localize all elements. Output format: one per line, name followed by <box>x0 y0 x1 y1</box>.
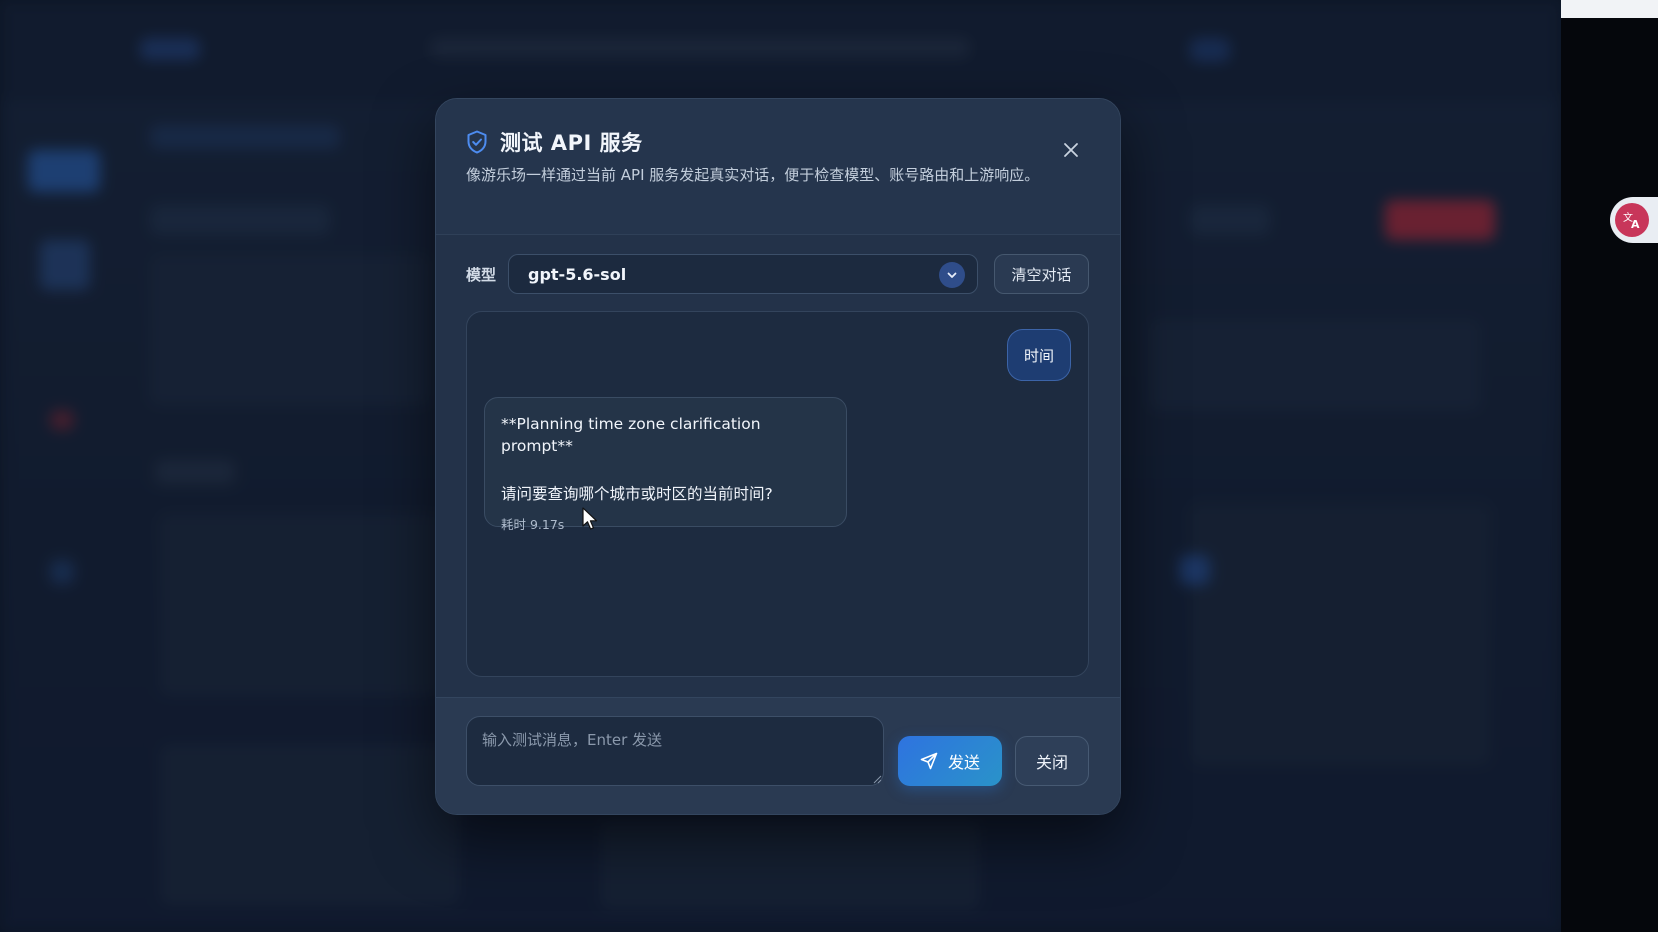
assistant-message-bubble: **Planning time zone clarification promp… <box>484 397 847 532</box>
resize-handle-icon[interactable] <box>873 775 882 784</box>
model-select[interactable]: gpt-5.6-sol <box>508 254 978 294</box>
translate-icon: 文 A <box>1615 203 1649 237</box>
translate-button[interactable]: 文 A <box>1610 197 1658 243</box>
assistant-message-heading: **Planning time zone clarification promp… <box>501 415 761 455</box>
clear-conversation-button[interactable]: 清空对话 <box>994 254 1089 294</box>
chevron-down-icon <box>939 262 965 288</box>
mouse-cursor-icon <box>582 507 598 530</box>
send-button[interactable]: 发送 <box>898 736 1002 786</box>
svg-text:A: A <box>1631 218 1640 231</box>
dialog-footer: 发送 关闭 <box>436 697 1120 814</box>
screen: 文 A 测试 API 服务 像游乐场一样通过当前 API 服务发起真实对话，便于… <box>0 0 1658 932</box>
model-label: 模型 <box>466 266 497 284</box>
window-edge <box>1561 0 1658 932</box>
dialog-close-button[interactable] <box>1056 135 1086 165</box>
test-message-input[interactable] <box>466 716 884 786</box>
chat-transcript[interactable]: 时间 **Planning time zone clarification pr… <box>466 311 1089 677</box>
assistant-message-text: 请问要查询哪个城市或时区的当前时间? <box>501 485 773 503</box>
test-api-dialog: 测试 API 服务 像游乐场一样通过当前 API 服务发起真实对话，便于检查模型… <box>435 98 1121 815</box>
dialog-description: 像游乐场一样通过当前 API 服务发起真实对话，便于检查模型、账号路由和上游响应… <box>466 166 1040 184</box>
window-edge-tab <box>1561 0 1658 18</box>
dialog-header: 测试 API 服务 像游乐场一样通过当前 API 服务发起真实对话，便于检查模型… <box>436 99 1120 235</box>
dialog-title-row: 测试 API 服务 <box>466 127 643 157</box>
user-message-bubble: 时间 <box>1007 329 1071 381</box>
response-latency: 耗时 9.17s <box>501 517 565 532</box>
send-icon <box>920 752 938 770</box>
model-selected-value: gpt-5.6-sol <box>528 265 627 284</box>
send-button-label: 发送 <box>947 755 980 772</box>
shield-check-icon <box>467 130 487 154</box>
close-button[interactable]: 关闭 <box>1015 736 1089 786</box>
dialog-title: 测试 API 服务 <box>500 131 643 155</box>
close-icon <box>1064 143 1078 157</box>
